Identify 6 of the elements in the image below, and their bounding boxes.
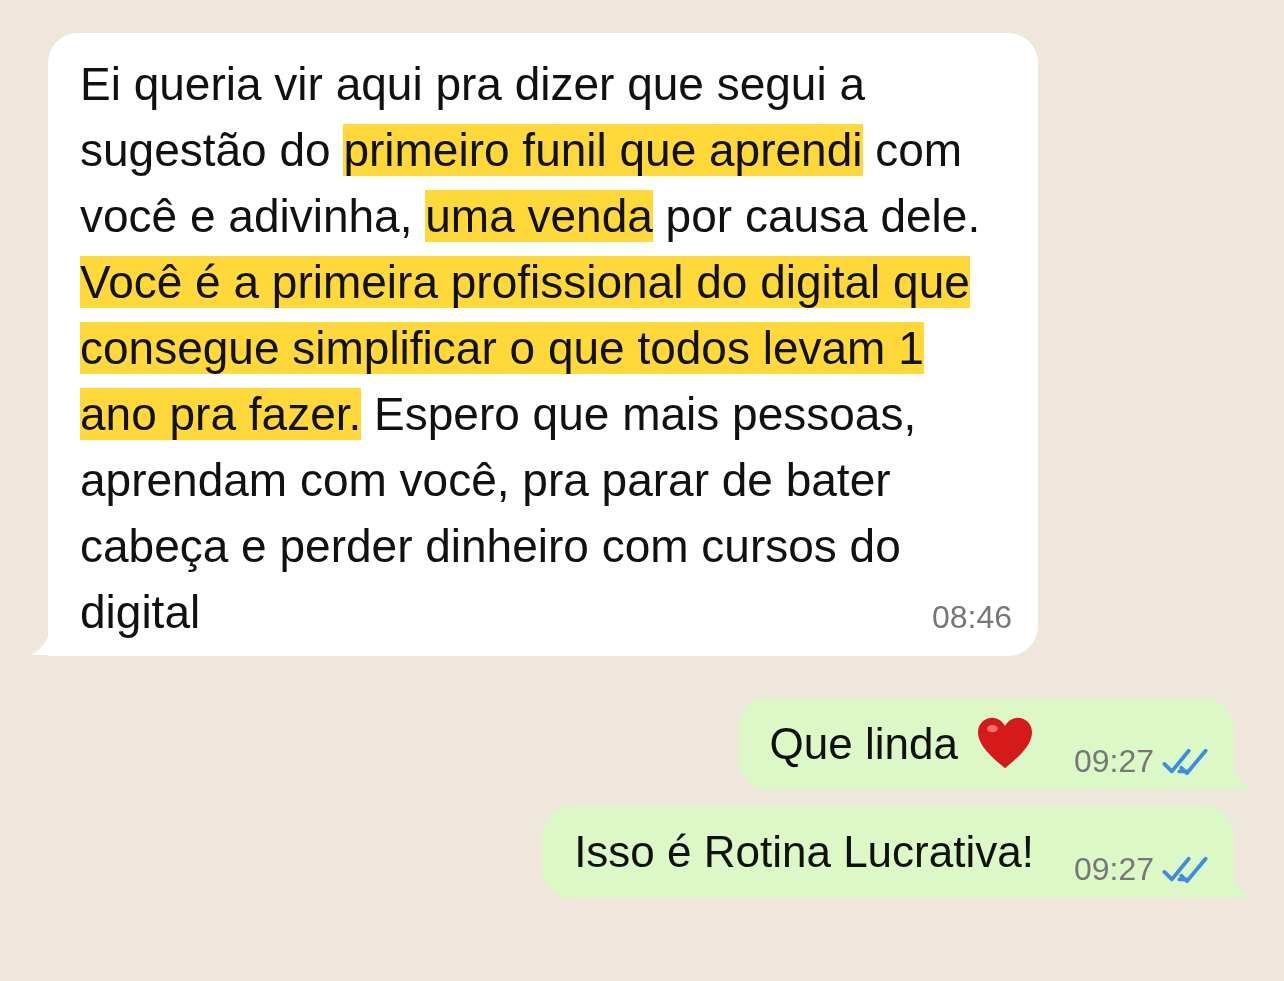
message-time: 09:27: [1073, 851, 1154, 888]
heart-icon: [975, 716, 1034, 770]
message-time: 08:46: [931, 599, 1012, 635]
message-text: Que linda: [769, 718, 958, 770]
message-text: Isso é Rotina Lucrativa!: [574, 826, 1034, 878]
message-time: 09:27: [1073, 743, 1154, 780]
